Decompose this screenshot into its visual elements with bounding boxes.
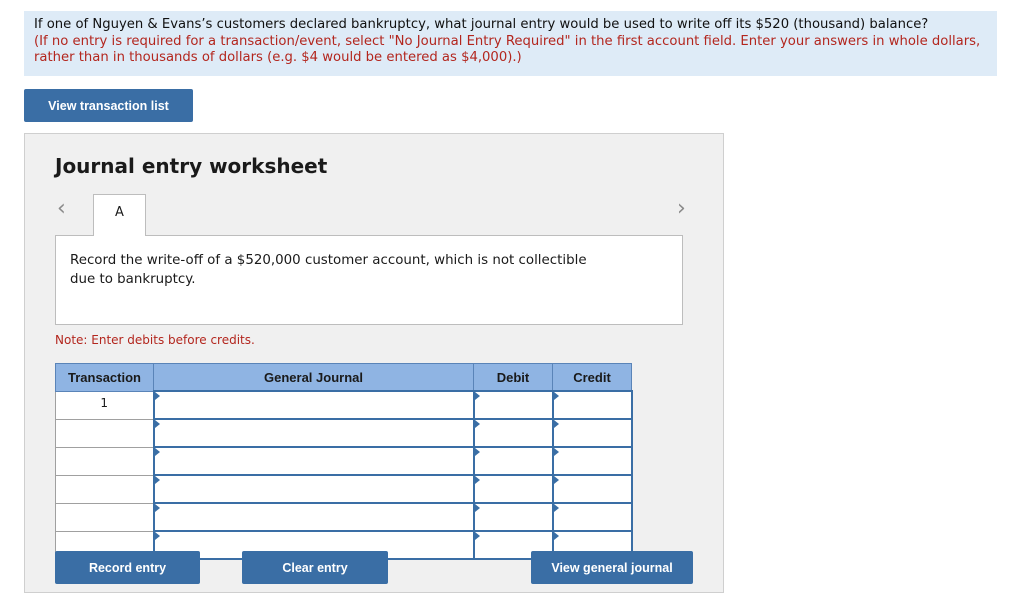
cell-marker-icon	[553, 392, 559, 400]
header-debit: Debit	[473, 363, 553, 392]
credit-cell	[551, 502, 633, 532]
credit-input[interactable]	[553, 476, 631, 502]
transaction-cell	[55, 502, 154, 532]
transaction-cell	[55, 418, 154, 448]
chevron-right-icon[interactable]: ›	[677, 196, 686, 221]
table-row	[55, 502, 633, 532]
account-cell	[152, 418, 475, 448]
debit-input[interactable]	[474, 420, 552, 446]
credit-cell	[551, 474, 633, 504]
credit-input[interactable]	[553, 420, 631, 446]
question-text: If one of Nguyen & Evans’s customers dec…	[34, 17, 929, 32]
credit-cell	[551, 390, 633, 420]
account-cell	[152, 474, 475, 504]
credit-cell	[551, 446, 633, 476]
transaction-cell: 1	[55, 390, 154, 420]
table-row	[55, 474, 633, 504]
table-header-row: Transaction General Journal Debit Credit	[55, 363, 632, 392]
cell-marker-icon	[474, 532, 480, 540]
transaction-description: Record the write-off of a $520,000 custo…	[55, 235, 683, 325]
cell-marker-icon	[474, 476, 480, 484]
account-input[interactable]	[154, 504, 473, 530]
account-cell	[152, 390, 475, 420]
cell-marker-icon	[474, 448, 480, 456]
transaction-cell	[55, 474, 154, 504]
table-row	[55, 418, 633, 448]
cell-marker-icon	[474, 420, 480, 428]
debit-cell	[472, 390, 554, 420]
debit-input[interactable]	[474, 392, 552, 418]
record-entry-button[interactable]: Record entry	[55, 551, 200, 584]
debit-cell	[472, 446, 554, 476]
debit-input[interactable]	[474, 504, 552, 530]
cell-marker-icon	[474, 504, 480, 512]
account-input[interactable]	[154, 392, 473, 418]
debit-cell	[472, 418, 554, 448]
credit-cell	[551, 418, 633, 448]
journal-table: Transaction General Journal Debit Credit…	[55, 363, 633, 560]
worksheet-title: Journal entry worksheet	[55, 154, 328, 178]
account-cell	[152, 502, 475, 532]
credit-input[interactable]	[553, 392, 631, 418]
view-general-journal-button[interactable]: View general journal	[531, 551, 693, 584]
entry-note: Note: Enter debits before credits.	[55, 333, 255, 347]
dropdown-marker-icon	[154, 420, 160, 428]
debit-input[interactable]	[474, 448, 552, 474]
chevron-left-icon[interactable]: ‹	[57, 196, 66, 221]
cell-marker-icon	[553, 476, 559, 484]
credit-input[interactable]	[553, 504, 631, 530]
transaction-description-text: Record the write-off of a $520,000 custo…	[70, 253, 587, 287]
cell-marker-icon	[553, 504, 559, 512]
header-credit: Credit	[552, 363, 632, 392]
account-input[interactable]	[154, 420, 473, 446]
table-row: 1	[55, 390, 633, 420]
account-input[interactable]	[154, 448, 473, 474]
cell-marker-icon	[553, 448, 559, 456]
cell-marker-icon	[553, 532, 559, 540]
question-instructions: (If no entry is required for a transacti…	[34, 33, 981, 66]
dropdown-marker-icon	[154, 392, 160, 400]
view-transaction-list-button[interactable]: View transaction list	[24, 89, 193, 122]
credit-input[interactable]	[553, 448, 631, 474]
journal-entry-worksheet: Journal entry worksheet ‹ A › Record the…	[24, 133, 724, 593]
dropdown-marker-icon	[154, 476, 160, 484]
dropdown-marker-icon	[154, 532, 160, 540]
debit-input[interactable]	[474, 476, 552, 502]
debit-cell	[472, 502, 554, 532]
header-general-journal: General Journal	[153, 363, 474, 392]
cell-marker-icon	[553, 420, 559, 428]
dropdown-marker-icon	[154, 504, 160, 512]
tab-a[interactable]: A	[93, 194, 146, 236]
account-cell	[152, 446, 475, 476]
question-panel: If one of Nguyen & Evans’s customers dec…	[24, 11, 997, 76]
table-row	[55, 446, 633, 476]
dropdown-marker-icon	[154, 448, 160, 456]
clear-entry-button[interactable]: Clear entry	[242, 551, 388, 584]
header-transaction: Transaction	[55, 363, 154, 392]
cell-marker-icon	[474, 392, 480, 400]
debit-cell	[472, 474, 554, 504]
transaction-cell	[55, 446, 154, 476]
account-input[interactable]	[154, 476, 473, 502]
